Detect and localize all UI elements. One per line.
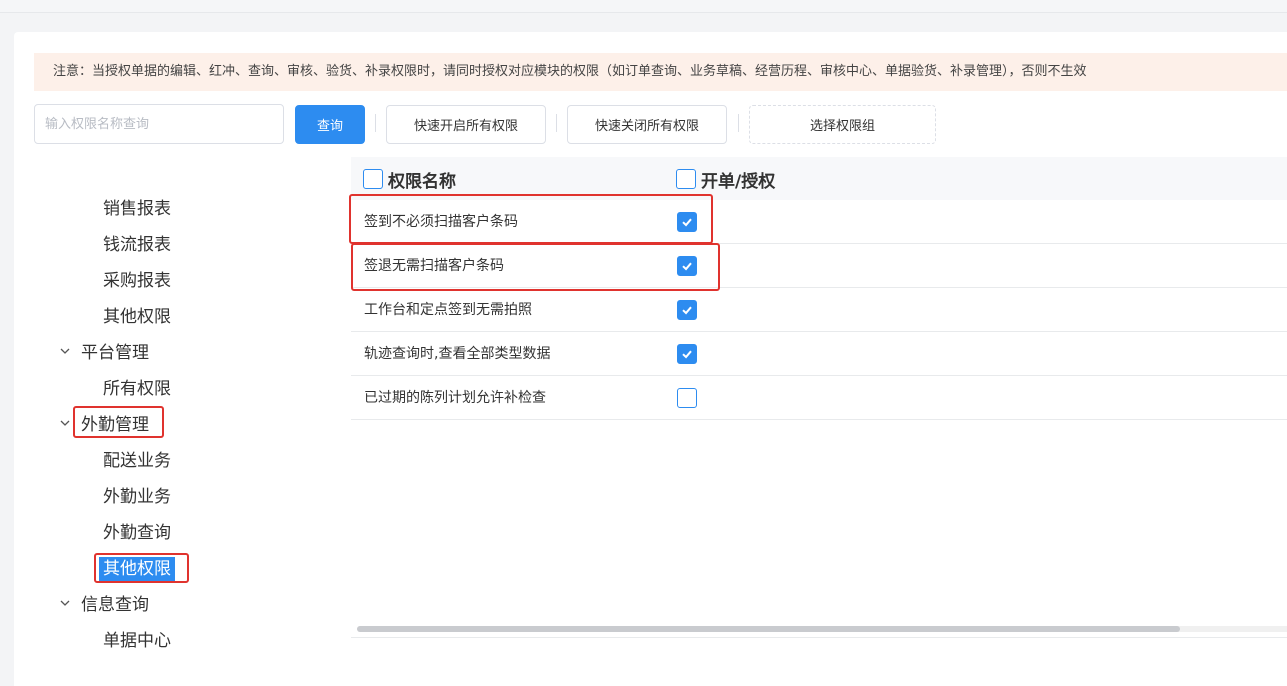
permission-checkbox[interactable] — [677, 388, 697, 408]
close-all-permissions-button[interactable]: 快速关闭所有权限 — [567, 105, 727, 144]
tree-item-field-query[interactable]: 外勤查询 — [103, 521, 171, 545]
chevron-down-icon[interactable] — [59, 413, 71, 437]
select-permission-group-button[interactable]: 选择权限组 — [749, 105, 936, 144]
tree-item-cashflow-report[interactable]: 钱流报表 — [103, 233, 171, 257]
permission-name: 签退无需扫描客户条码 — [364, 258, 504, 274]
search-button[interactable]: 查询 — [295, 105, 365, 144]
check-icon — [682, 306, 692, 315]
permission-name: 工作台和定点签到无需拍照 — [364, 302, 532, 318]
top-bar — [0, 0, 1287, 13]
select-all-authorize-checkbox[interactable] — [676, 169, 696, 189]
chevron-down-icon[interactable] — [59, 593, 71, 617]
chevron-down-icon[interactable] — [59, 341, 71, 365]
table-row: 轨迹查询时,查看全部类型数据 — [351, 332, 1287, 376]
table-row: 工作台和定点签到无需拍照 — [351, 288, 1287, 332]
permission-checkbox[interactable] — [677, 256, 697, 276]
permission-checkbox[interactable] — [677, 344, 697, 364]
permission-name: 已过期的陈列计划允许补检查 — [364, 390, 546, 406]
column-open-authorize: 开单/授权 — [676, 157, 775, 201]
tree-item-purchase-report[interactable]: 采购报表 — [103, 269, 171, 293]
tree-item-delivery-business[interactable]: 配送业务 — [103, 449, 171, 473]
tree-item-document-center[interactable]: 单据中心 — [103, 629, 171, 653]
table-row: 已过期的陈列计划允许补检查 — [351, 376, 1287, 420]
permission-table-header: 权限名称 开单/授权 — [351, 157, 1287, 201]
table-row: 签退无需扫描客户条码 — [351, 244, 1287, 288]
tree-item-platform-management[interactable]: 平台管理 — [81, 341, 149, 365]
tree-item-field-other-permissions[interactable]: 其他权限 — [99, 557, 175, 581]
check-icon — [682, 350, 692, 359]
permission-search-input[interactable] — [34, 104, 284, 144]
permission-checkbox[interactable] — [677, 300, 697, 320]
check-icon — [682, 262, 692, 271]
permission-name: 签到不必须扫描客户条码 — [364, 214, 518, 230]
notice-banner: 注意：当授权单据的编辑、红冲、查询、审核、验货、补录权限时，请同时授权对应模块的… — [34, 53, 1287, 91]
tree-item-sales-report[interactable]: 销售报表 — [103, 197, 171, 221]
tree-item-all-permissions[interactable]: 所有权限 — [103, 377, 171, 401]
toolbar-divider — [375, 114, 376, 132]
tree-item-field-business[interactable]: 外勤业务 — [103, 485, 171, 509]
permission-checkbox[interactable] — [677, 212, 697, 232]
open-all-permissions-button[interactable]: 快速开启所有权限 — [386, 105, 546, 144]
select-all-name-checkbox[interactable] — [363, 169, 383, 189]
table-row: 签到不必须扫描客户条码 — [351, 200, 1287, 244]
tree-item-field-management[interactable]: 外勤管理 — [81, 413, 149, 437]
column-title: 权限名称 — [388, 171, 456, 192]
column-title: 开单/授权 — [701, 171, 776, 192]
table-bottom-border — [351, 637, 1287, 638]
toolbar-divider — [738, 114, 739, 132]
toolbar-divider — [556, 114, 557, 132]
permission-name: 轨迹查询时,查看全部类型数据 — [364, 346, 551, 362]
horizontal-scrollbar-thumb[interactable] — [357, 626, 1180, 632]
check-icon — [682, 218, 692, 227]
tree-item-other-permissions[interactable]: 其他权限 — [103, 305, 171, 329]
column-permission-name: 权限名称 — [363, 157, 456, 201]
tree-item-info-query[interactable]: 信息查询 — [81, 593, 149, 617]
